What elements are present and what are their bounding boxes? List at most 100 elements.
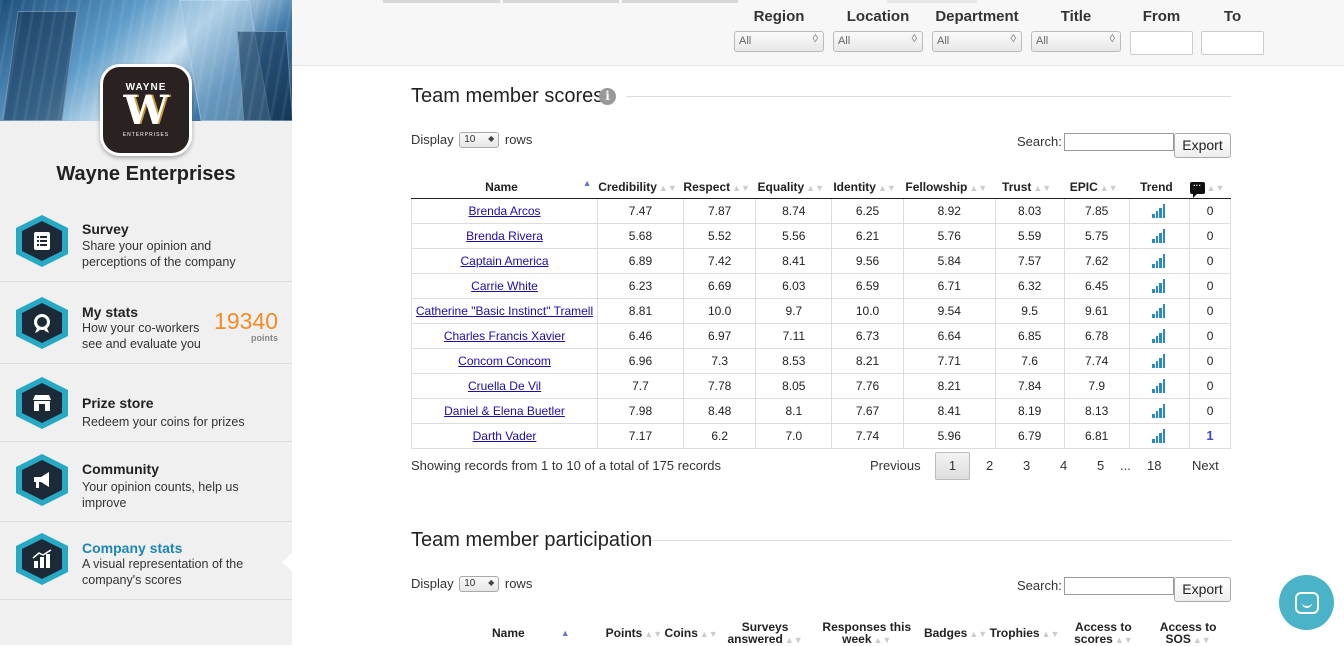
chat-launcher-button[interactable]	[1279, 575, 1334, 630]
column-header-name[interactable]: Name ▲	[411, 176, 598, 199]
trend-chart-icon[interactable]	[1152, 203, 1166, 218]
member-name-link[interactable]: Concom Concom	[458, 354, 551, 368]
pagination-page-current[interactable]: 1	[935, 452, 970, 480]
pagination-page[interactable]: 3	[1023, 458, 1030, 473]
cell-comments[interactable]: 1	[1189, 423, 1231, 449]
member-name-link[interactable]: Brenda Arcos	[468, 204, 540, 218]
nav-item-survey[interactable]: Survey Share your opinion and perception…	[0, 202, 292, 282]
cell-trend	[1129, 323, 1191, 349]
cell-trend	[1129, 198, 1191, 224]
member-name-link[interactable]: Catherine "Basic Instinct" Tramell	[416, 304, 593, 318]
nav-item-prize-store[interactable]: Prize store Redeem your coins for prizes	[0, 364, 292, 442]
cell-credibility: 6.46	[597, 323, 684, 349]
trend-chart-icon[interactable]	[1152, 428, 1166, 443]
survey-document-icon	[16, 215, 68, 267]
cell-credibility: 6.96	[597, 348, 684, 374]
export-button[interactable]: Export	[1174, 577, 1231, 602]
export-button[interactable]: Export	[1174, 133, 1231, 158]
filter-region: Region All	[734, 8, 824, 52]
column-header-comments[interactable]: ··· ▲▼	[1189, 176, 1231, 199]
to-date-input[interactable]	[1201, 31, 1264, 55]
cell-comments: 0	[1189, 198, 1231, 224]
column-header-respect[interactable]: Respect ▲▼	[683, 176, 756, 199]
column-header-coins[interactable]: Coins ▲▼	[662, 620, 720, 646]
cell-respect: 6.2	[683, 423, 757, 449]
column-header-fellowship[interactable]: Fellowship ▲▼	[903, 176, 996, 199]
location-select[interactable]: All	[833, 31, 923, 52]
cell-credibility: 6.23	[597, 273, 684, 299]
column-header-access-to-sos[interactable]: Access to SOS ▲▼	[1145, 620, 1231, 646]
filter-location: Location All	[833, 8, 923, 52]
nav-item-company-stats[interactable]: Company stats A visual representation of…	[0, 522, 292, 600]
sort-icon: ▲▼	[658, 182, 677, 193]
pagination-page[interactable]: 18	[1147, 458, 1161, 473]
cell-trend	[1129, 248, 1191, 274]
pagination-page[interactable]: 5	[1097, 458, 1104, 473]
pagination-page[interactable]: 4	[1060, 458, 1067, 473]
column-header-badges[interactable]: Badges ▲▼	[924, 620, 988, 646]
department-select[interactable]: All	[932, 31, 1022, 52]
member-name-link[interactable]: Charles Francis Xavier	[444, 329, 565, 343]
column-header-credibility[interactable]: Credibility ▲▼	[597, 176, 684, 199]
cell-respect: 8.48	[683, 398, 757, 424]
search-input[interactable]	[1064, 133, 1174, 151]
column-header-access-to-scores[interactable]: Access to scores ▲▼	[1062, 620, 1146, 646]
member-name-link[interactable]: Brenda Rivera	[466, 229, 543, 243]
title-select[interactable]: All	[1031, 31, 1121, 52]
member-name-link[interactable]: Cruella De Vil	[468, 379, 541, 393]
member-name-link[interactable]: Darth Vader	[473, 429, 537, 443]
member-name-link[interactable]: Carrie White	[471, 279, 538, 293]
cell-equality: 8.1	[755, 398, 833, 424]
cell-trend	[1129, 348, 1191, 374]
cell-name: Concom Concom	[410, 348, 599, 374]
column-header-name[interactable]: Name ▲	[411, 620, 606, 646]
tab-strip[interactable]	[622, 0, 738, 3]
column-header-trend: Trend	[1129, 176, 1190, 199]
cell-epic: 9.61	[1064, 298, 1130, 324]
filter-department: Department All	[932, 8, 1022, 52]
cell-epic: 7.9	[1064, 373, 1130, 399]
column-header-surveys-answered[interactable]: Surveys answered ▲▼	[720, 620, 810, 646]
cell-respect: 6.97	[683, 323, 757, 349]
column-header-trophies[interactable]: Trophies ▲▼	[988, 620, 1062, 646]
trend-chart-icon[interactable]	[1152, 228, 1166, 243]
tab-strip[interactable]	[503, 0, 619, 3]
trend-chart-icon[interactable]	[1152, 303, 1166, 318]
rows-per-page-select[interactable]: 10	[459, 575, 500, 592]
trend-chart-icon[interactable]	[1152, 403, 1166, 418]
column-header-equality[interactable]: Equality ▲▼	[755, 176, 832, 199]
cell-identity: 9.56	[831, 248, 904, 274]
cell-fellowship: 5.76	[903, 223, 996, 249]
trend-chart-icon[interactable]	[1152, 253, 1166, 268]
column-header-identity[interactable]: Identity ▲▼	[831, 176, 904, 199]
tab-strip[interactable]	[383, 0, 500, 3]
column-header-trust[interactable]: Trust ▲▼	[995, 176, 1065, 199]
pagination-next[interactable]: Next	[1192, 458, 1219, 473]
table-row: Concom Concom 6.96 7.3 8.53 8.21 7.71 7.6 7.74 0	[410, 348, 1231, 374]
cell-epic: 5.75	[1064, 223, 1130, 249]
trend-chart-icon[interactable]	[1152, 378, 1166, 393]
company-logo[interactable]: WAYNE W ENTERPRISES	[100, 64, 192, 156]
column-header-points[interactable]: Points ▲▼	[606, 620, 663, 646]
from-date-input[interactable]	[1130, 31, 1193, 55]
info-icon[interactable]: i	[599, 88, 616, 105]
pagination-page[interactable]: 2	[986, 458, 993, 473]
cell-comments: 0	[1189, 373, 1231, 399]
pagination-ellipsis: ...	[1120, 458, 1131, 473]
column-header-epic[interactable]: EPIC ▲▼	[1064, 176, 1130, 199]
member-name-link[interactable]: Daniel & Elena Buetler	[444, 404, 565, 418]
region-select[interactable]: All	[734, 31, 824, 52]
tab-strip[interactable]	[887, 0, 977, 3]
trend-chart-icon[interactable]	[1152, 278, 1166, 293]
rows-per-page-select[interactable]: 10	[459, 131, 500, 148]
cell-name: Cruella De Vil	[410, 373, 599, 399]
nav-item-community[interactable]: Community Your opinion counts, help us i…	[0, 442, 292, 522]
cell-identity: 6.59	[831, 273, 904, 299]
search-input[interactable]	[1064, 577, 1174, 595]
trend-chart-icon[interactable]	[1152, 328, 1166, 343]
member-name-link[interactable]: Captain America	[460, 254, 548, 268]
pagination-previous[interactable]: Previous	[870, 458, 921, 473]
trend-chart-icon[interactable]	[1152, 353, 1166, 368]
chart-growth-icon	[16, 533, 68, 585]
column-header-responses-this-week[interactable]: Responses this week ▲▼	[810, 620, 924, 646]
